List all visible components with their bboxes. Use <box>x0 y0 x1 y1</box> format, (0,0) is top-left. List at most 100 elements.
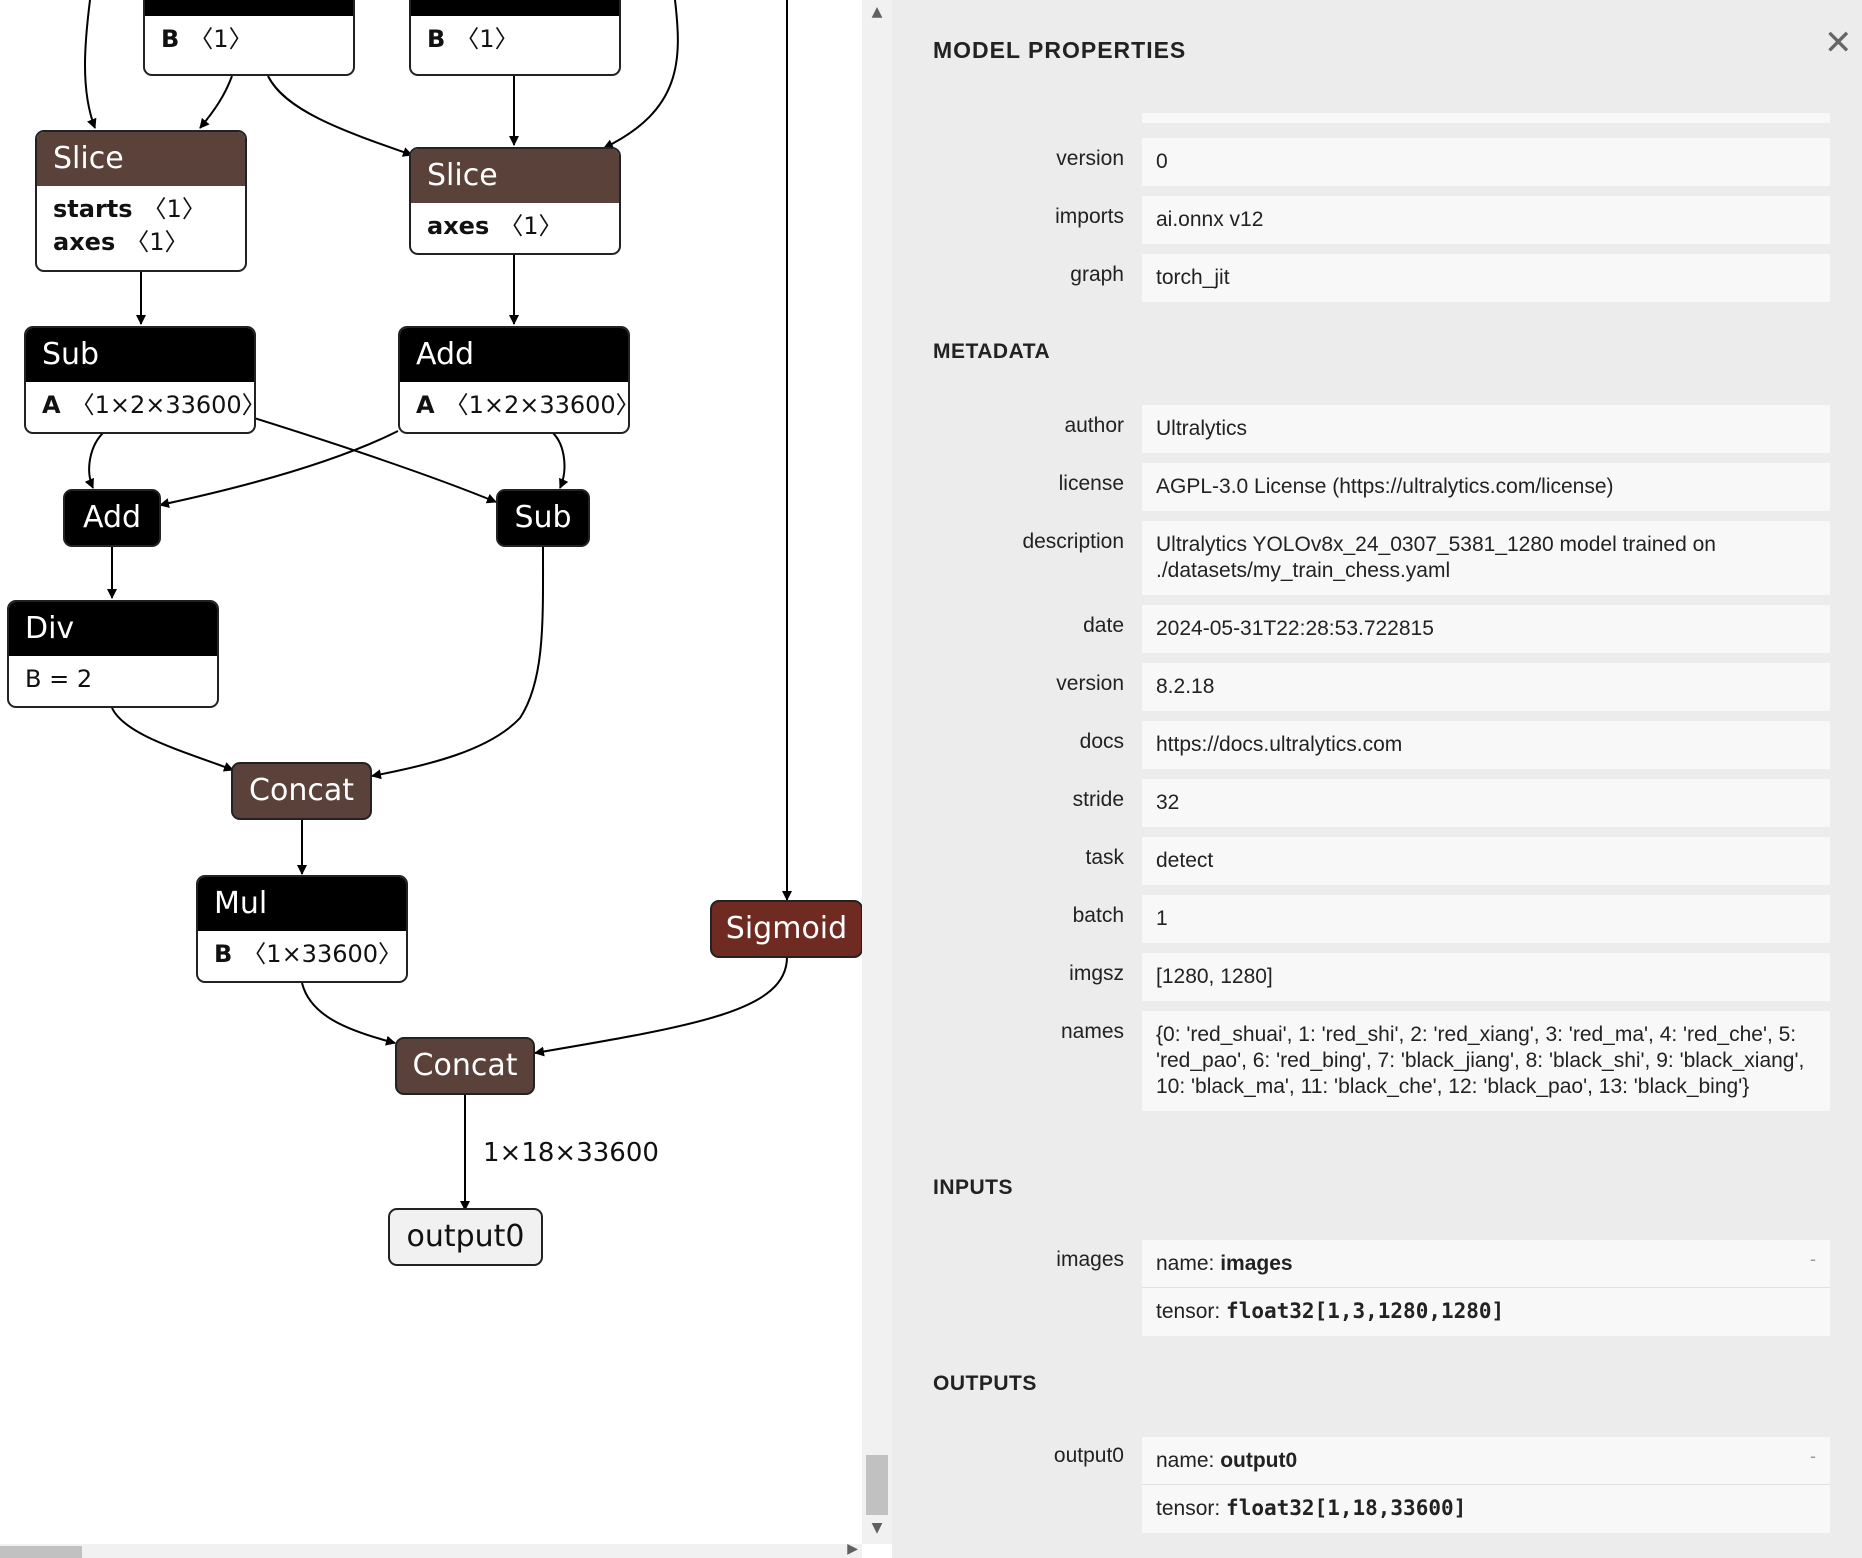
inputs-section-title: INPUTS <box>933 1176 1014 1199</box>
prop-label: version <box>1056 147 1124 170</box>
output-name: output0 <box>1220 1449 1298 1472</box>
node-attr: B 〈1〉 <box>145 16 353 64</box>
node-slice-left[interactable]: Slice starts 〈1〉 axes 〈1〉 <box>35 130 247 272</box>
node-mul-lower[interactable]: Mul B 〈1×33600〉 <box>196 875 408 983</box>
attr-value: 〈1×33600〉 <box>242 940 403 968</box>
graph-canvas[interactable]: Mul B 〈1〉 Mul B 〈1〉 Slice starts 〈1〉 axes 〈1… <box>0 0 862 1544</box>
prop-value: 2024-05-31T22:28:53.722815 <box>1142 605 1830 653</box>
prop-value: Ultralytics <box>1142 405 1830 453</box>
prop-value: AGPL-3.0 License (https://ultralytics.co… <box>1142 463 1830 511</box>
node-attr: axes 〈1〉 <box>411 203 619 251</box>
prop-value: {0: 'red_shuai', 1: 'red_shi', 2: 'red_x… <box>1142 1011 1830 1111</box>
node-add-lower[interactable]: Add <box>63 489 161 547</box>
node-op: Slice <box>37 132 245 186</box>
node-concat-out[interactable]: Concat <box>395 1037 535 1095</box>
node-sub-lower[interactable]: Sub <box>496 489 590 547</box>
sidebar-title: MODEL PROPERTIES <box>933 37 1187 63</box>
scrollbar-thumb[interactable] <box>0 1546 82 1558</box>
close-icon[interactable]: ✕ <box>1824 26 1853 60</box>
node-attr: B = 2 <box>25 665 93 693</box>
prop-label: license <box>1058 472 1124 495</box>
input-tensor-line: tensor: float32[1,3,1280,1280] <box>1142 1287 1830 1325</box>
attr-value: 〈1×2×33600〉 <box>444 391 630 419</box>
prop-label: output0 <box>1053 1444 1124 1467</box>
prop-value: ai.onnx v12 <box>1142 196 1830 244</box>
scrollbar-thumb[interactable] <box>866 1455 888 1515</box>
output-tensor-line: tensor: float32[1,18,33600] <box>1142 1484 1830 1522</box>
attr-value: 〈1〉 <box>142 195 206 223</box>
prop-label: author <box>1064 414 1124 437</box>
attr-value: 〈1〉 <box>125 228 189 256</box>
prop-label: description <box>1022 530 1124 553</box>
attr-value: 〈1×2×33600〉 <box>70 391 256 419</box>
node-attr: A 〈1×2×33600〉 <box>26 382 254 430</box>
scroll-right-arrow-icon[interactable]: ▶ <box>847 1541 858 1557</box>
scroll-up-arrow-icon[interactable]: ▲ <box>862 4 892 20</box>
expand-toggle-icon[interactable]: - <box>1810 1246 1816 1272</box>
prop-label: docs <box>1079 730 1124 753</box>
node-op: Div <box>9 602 217 656</box>
prop-value: Ultralytics YOLOv8x_24_0307_5381_1280 mo… <box>1142 521 1830 595</box>
outputs-section-title: OUTPUTS <box>933 1372 1037 1395</box>
prop-label: imports <box>1055 205 1124 228</box>
prop-value: detect <box>1142 837 1830 885</box>
prop-value: [1280, 1280] <box>1142 953 1830 1001</box>
prop-label: version <box>1056 672 1124 695</box>
name-prefix: name: <box>1156 1252 1221 1275</box>
attr-key: A <box>42 391 61 419</box>
node-op: Mul <box>198 877 406 931</box>
attr-key: axes <box>53 228 116 256</box>
node-div[interactable]: Div B = 2 <box>7 600 219 708</box>
model-properties-sidebar: MODEL PROPERTIES ✕ version 0 imports ai.… <box>892 0 1862 1558</box>
attr-key: B <box>214 940 233 968</box>
node-output0[interactable]: output0 <box>388 1208 543 1266</box>
edge-label-output-shape: 1×18×33600 <box>483 1138 659 1168</box>
node-slice-right[interactable]: Slice axes 〈1〉 <box>409 147 621 255</box>
attr-value: 〈1〉 <box>189 25 253 53</box>
attr-key: B <box>161 25 180 53</box>
metadata-section-title: METADATA <box>933 340 1051 363</box>
tensor-prefix: tensor: <box>1156 1300 1227 1323</box>
vertical-scrollbar[interactable]: ▲ ▼ <box>862 0 892 1544</box>
output-detail: - name: output0 tensor: float32[1,18,336… <box>1142 1437 1830 1533</box>
node-attrs: starts 〈1〉 axes 〈1〉 <box>37 186 245 267</box>
clipped-property-box <box>1142 113 1830 123</box>
attr-value: 〈1〉 <box>499 212 563 240</box>
prop-label: date <box>1083 614 1124 637</box>
name-prefix: name: <box>1156 1449 1221 1472</box>
node-attr-row: axes 〈1〉 <box>53 226 229 259</box>
tensor-prefix: tensor: <box>1156 1497 1227 1520</box>
node-attr: A 〈1×2×33600〉 <box>400 382 628 430</box>
node-op: Mul <box>145 0 353 16</box>
expand-toggle-icon[interactable]: - <box>1810 1443 1816 1469</box>
attr-key: axes <box>427 212 490 240</box>
prop-value: 32 <box>1142 779 1830 827</box>
prop-value: torch_jit <box>1142 254 1830 302</box>
node-mul-top-right[interactable]: Mul B 〈1〉 <box>409 0 621 76</box>
prop-label: images <box>1056 1248 1124 1271</box>
prop-value: 8.2.18 <box>1142 663 1830 711</box>
node-attr: B 〈1×33600〉 <box>198 931 406 979</box>
node-concat-mid[interactable]: Concat <box>231 762 372 820</box>
input-name: images <box>1220 1252 1293 1275</box>
scroll-down-arrow-icon[interactable]: ▼ <box>862 1520 892 1536</box>
node-op: Add <box>400 328 628 382</box>
output-name-line: name: output0 <box>1156 1448 1816 1474</box>
node-op: Slice <box>411 149 619 203</box>
prop-value: https://docs.ultralytics.com <box>1142 721 1830 769</box>
attr-key: B <box>427 25 446 53</box>
prop-label: batch <box>1072 904 1124 927</box>
node-sigmoid[interactable]: Sigmoid <box>710 900 862 958</box>
input-detail: - name: images tensor: float32[1,3,1280,… <box>1142 1240 1830 1336</box>
horizontal-scrollbar[interactable]: ▶ <box>0 1541 862 1558</box>
node-mul-top-left[interactable]: Mul B 〈1〉 <box>143 0 355 76</box>
node-add-upper[interactable]: Add A 〈1×2×33600〉 <box>398 326 630 434</box>
node-op: Sub <box>26 328 254 382</box>
node-op: Mul <box>411 0 619 16</box>
prop-value: 1 <box>1142 895 1830 943</box>
prop-label: graph <box>1070 263 1124 286</box>
attr-key: starts <box>53 195 133 223</box>
prop-label: names <box>1060 1020 1124 1043</box>
input-name-line: name: images <box>1156 1251 1816 1277</box>
node-sub-upper[interactable]: Sub A 〈1×2×33600〉 <box>24 326 256 434</box>
